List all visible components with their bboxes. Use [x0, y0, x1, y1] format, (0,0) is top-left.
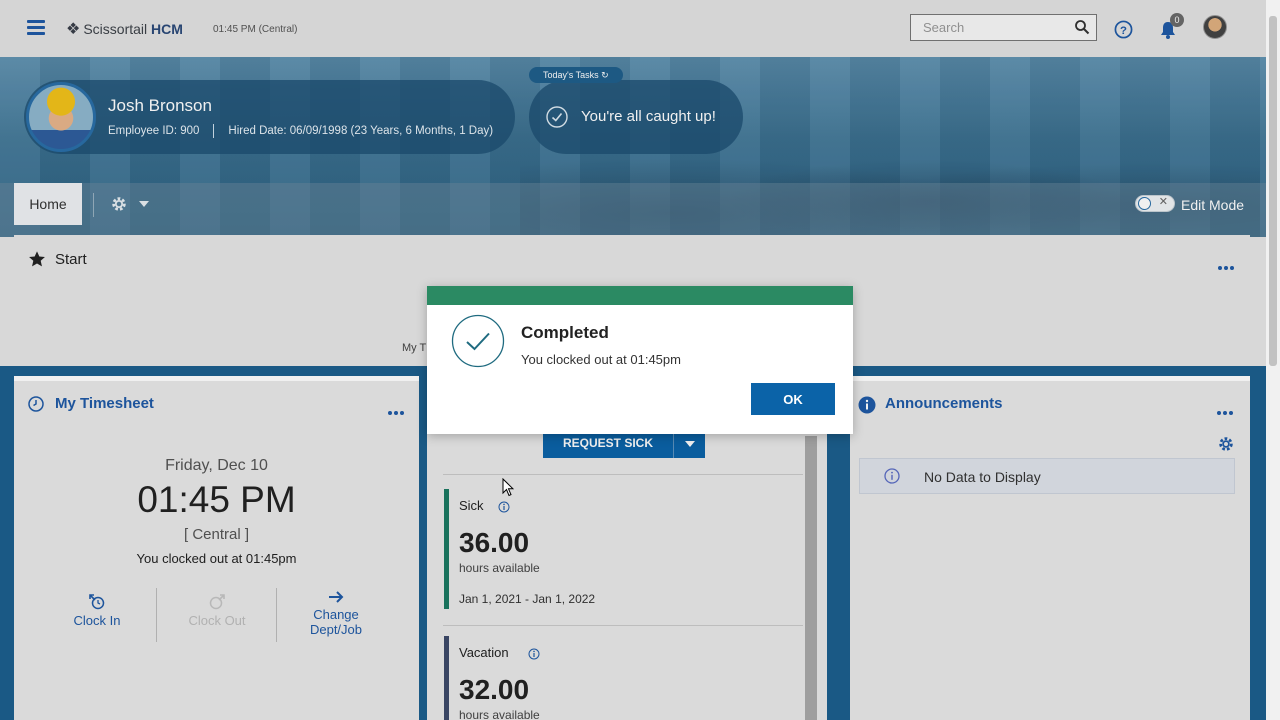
- page-scrollbar[interactable]: [1266, 0, 1280, 720]
- ok-button[interactable]: OK: [751, 383, 835, 415]
- page-scrollbar-thumb[interactable]: [1269, 16, 1277, 366]
- dialog-message: You clocked out at 01:45pm: [521, 352, 681, 367]
- check-circle-icon: [451, 314, 505, 368]
- dialog-title: Completed: [521, 323, 609, 342]
- dialog-header-bar: [427, 286, 853, 305]
- mouse-cursor-icon: [502, 478, 514, 497]
- completed-dialog: Completed You clocked out at 01:45pm OK: [427, 286, 853, 434]
